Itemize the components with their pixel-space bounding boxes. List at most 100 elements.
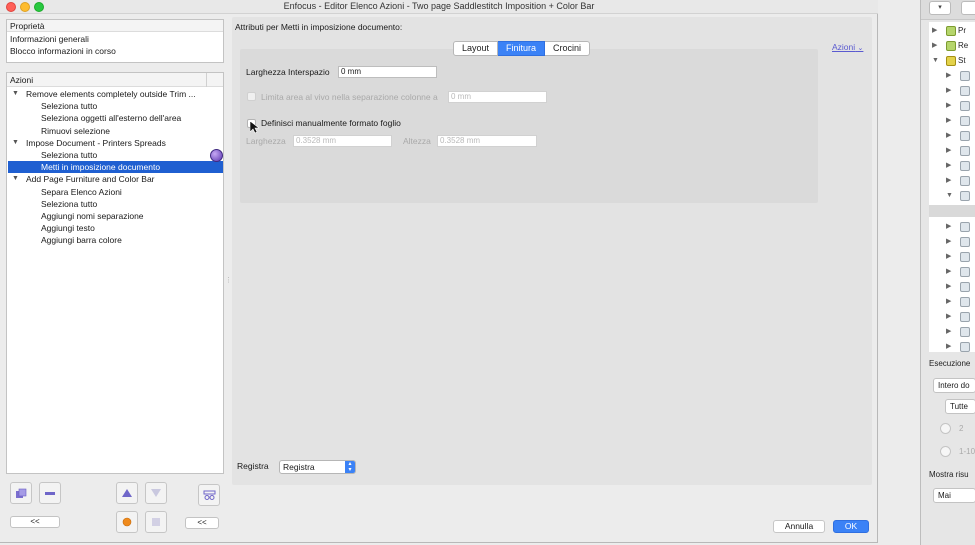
background-window: ▾ ▶ Pr ▶ Re ▼ St ▶ ▶ ▶ ▶ ▶ ▶ ▶ ▶ ▼ ▶ ▶ ▶… bbox=[920, 0, 975, 545]
folder-icon bbox=[946, 41, 956, 51]
move-up-button[interactable] bbox=[116, 482, 138, 504]
tree-row[interactable]: ▶ bbox=[929, 296, 975, 308]
folder-icon bbox=[946, 56, 956, 66]
mai-select[interactable]: Mai bbox=[933, 488, 975, 503]
action-row[interactable]: Seleziona oggetti all'esterno dell'area bbox=[8, 112, 223, 124]
tree-row[interactable]: ▶ bbox=[929, 85, 975, 97]
background-dropdown-button[interactable]: ▾ bbox=[929, 1, 951, 15]
run-action-button[interactable] bbox=[116, 511, 138, 533]
tree-row[interactable]: ▶ bbox=[929, 70, 975, 82]
ok-button[interactable]: OK bbox=[833, 520, 869, 533]
mostra-label: Mostra risu bbox=[929, 470, 969, 479]
view-options-button[interactable] bbox=[198, 484, 220, 506]
tree-row[interactable]: ▶ bbox=[929, 145, 975, 157]
tree-row[interactable]: ▶ bbox=[929, 221, 975, 233]
splitter-handle[interactable]: ⋮ bbox=[225, 276, 232, 284]
tree-row-selected[interactable] bbox=[929, 205, 975, 217]
action-row[interactable]: Aggiungi nomi separazione bbox=[8, 210, 223, 222]
bleed-limit-field[interactable]: 0 mm bbox=[448, 91, 547, 103]
background-toolbar: ▾ bbox=[921, 0, 975, 20]
duplicate-action-button[interactable] bbox=[10, 482, 32, 504]
action-row[interactable]: Rimuovi selezione bbox=[8, 125, 223, 137]
tutte-select[interactable]: Tutte bbox=[945, 399, 975, 414]
tab-layout[interactable]: Layout bbox=[453, 41, 499, 56]
action-icon bbox=[960, 252, 970, 262]
properties-item[interactable]: Informazioni generali bbox=[10, 33, 89, 45]
action-row-label: Separa Elenco Azioni bbox=[41, 186, 122, 197]
tree-row[interactable]: ▶ bbox=[929, 311, 975, 323]
action-row[interactable]: Seleziona tutto bbox=[8, 149, 223, 161]
background-toolbar-button[interactable] bbox=[961, 1, 975, 15]
tree-row[interactable]: ▶ bbox=[929, 281, 975, 293]
action-row[interactable]: Separa Elenco Azioni bbox=[8, 186, 223, 198]
action-icon bbox=[960, 191, 970, 201]
actions-header-label: Azioni bbox=[10, 75, 34, 85]
range-radio[interactable] bbox=[940, 423, 951, 434]
properties-list: Proprietà Informazioni generali Blocco i… bbox=[6, 19, 224, 63]
tree-row[interactable]: ▼ St bbox=[929, 55, 975, 67]
window-title: Enfocus - Editor Elenco Azioni - Two pag… bbox=[283, 1, 595, 11]
properties-item[interactable]: Blocco informazioni in corso bbox=[10, 45, 116, 57]
register-select[interactable]: Registra ▴ ▾ bbox=[279, 460, 356, 474]
pages-radio[interactable] bbox=[940, 446, 951, 457]
running-indicator-icon bbox=[210, 149, 223, 162]
collapse-right-button[interactable]: << bbox=[185, 517, 219, 529]
action-row[interactable]: Seleziona tutto bbox=[8, 100, 223, 112]
tree-row[interactable]: ▶ Pr bbox=[929, 25, 975, 37]
tree-row[interactable]: ▶ bbox=[929, 236, 975, 248]
bleed-limit-checkbox[interactable] bbox=[247, 92, 256, 101]
azioni-menu-label: Azioni bbox=[832, 42, 856, 52]
disclosure-triangle-icon[interactable]: ▼ bbox=[12, 137, 19, 149]
tree-row[interactable]: ▶ bbox=[929, 130, 975, 142]
remove-action-button[interactable] bbox=[39, 482, 61, 504]
tree-row[interactable]: ▶ bbox=[929, 251, 975, 263]
tree-row[interactable]: ▶ bbox=[929, 175, 975, 187]
action-row[interactable]: Metti in imposizione documento bbox=[8, 161, 223, 174]
register-label: Registra bbox=[237, 461, 269, 471]
action-icon bbox=[960, 101, 970, 111]
action-row-label: Aggiungi nomi separazione bbox=[41, 211, 144, 221]
action-row[interactable]: Aggiungi barra colore bbox=[8, 234, 223, 246]
gap-width-label: Larghezza Interspazio bbox=[246, 67, 330, 77]
tree-row[interactable]: ▼ bbox=[929, 190, 975, 202]
tree-row[interactable]: ▶ bbox=[929, 341, 975, 353]
action-icon bbox=[960, 312, 970, 322]
folder-icon bbox=[946, 26, 956, 36]
disclosure-triangle-icon[interactable]: ▼ bbox=[12, 173, 19, 185]
tree-row[interactable]: ▶ bbox=[929, 115, 975, 127]
tree-row[interactable]: ▶ Re bbox=[929, 40, 975, 52]
tab-crocini[interactable]: Crocini bbox=[545, 41, 591, 56]
tab-finitura[interactable]: Finitura bbox=[498, 41, 546, 56]
action-row-label: Rimuovi selezione bbox=[41, 125, 110, 136]
width-field[interactable]: 0.3528 mm bbox=[293, 135, 392, 147]
height-field[interactable]: 0.3528 mm bbox=[437, 135, 537, 147]
action-row[interactable]: Seleziona tutto bbox=[8, 198, 223, 210]
action-row[interactable]: Aggiungi testo bbox=[8, 222, 223, 234]
collapse-left-button[interactable]: << bbox=[10, 516, 60, 528]
action-group-row[interactable]: ▼ Remove elements completely outside Trim… bbox=[8, 88, 223, 100]
action-group-row[interactable]: ▼ Impose Document - Printers Spreads bbox=[8, 137, 223, 149]
action-icon bbox=[960, 267, 970, 277]
updown-arrows-icon: ▴ ▾ bbox=[345, 461, 355, 473]
action-icon bbox=[960, 116, 970, 126]
action-group-row[interactable]: ▼ Add Page Furniture and Color Bar bbox=[8, 173, 223, 185]
stop-action-button[interactable] bbox=[145, 511, 167, 533]
action-row-label: Aggiungi barra colore bbox=[41, 235, 122, 246]
action-row-label: Impose Document - Printers Spreads bbox=[26, 137, 166, 148]
intero-select[interactable]: Intero do bbox=[933, 378, 975, 393]
action-icon bbox=[960, 86, 970, 96]
disclosure-triangle-icon[interactable]: ▼ bbox=[12, 88, 19, 100]
azioni-menu-link[interactable]: Azioni ⌄ bbox=[832, 42, 863, 52]
action-icon bbox=[960, 297, 970, 307]
title-bar: Enfocus - Editor Elenco Azioni - Two pag… bbox=[0, 0, 878, 14]
tree-row[interactable]: ▶ bbox=[929, 266, 975, 278]
action-icon bbox=[960, 222, 970, 232]
tree-row[interactable]: ▶ bbox=[929, 160, 975, 172]
tree-row[interactable]: ▶ bbox=[929, 326, 975, 338]
move-down-button[interactable] bbox=[145, 482, 167, 504]
gap-width-field[interactable]: 0 mm bbox=[338, 66, 437, 78]
cancel-button[interactable]: Annulla bbox=[773, 520, 825, 533]
properties-header: Proprietà bbox=[7, 20, 223, 32]
action-icon bbox=[960, 161, 970, 171]
tree-row[interactable]: ▶ bbox=[929, 100, 975, 112]
